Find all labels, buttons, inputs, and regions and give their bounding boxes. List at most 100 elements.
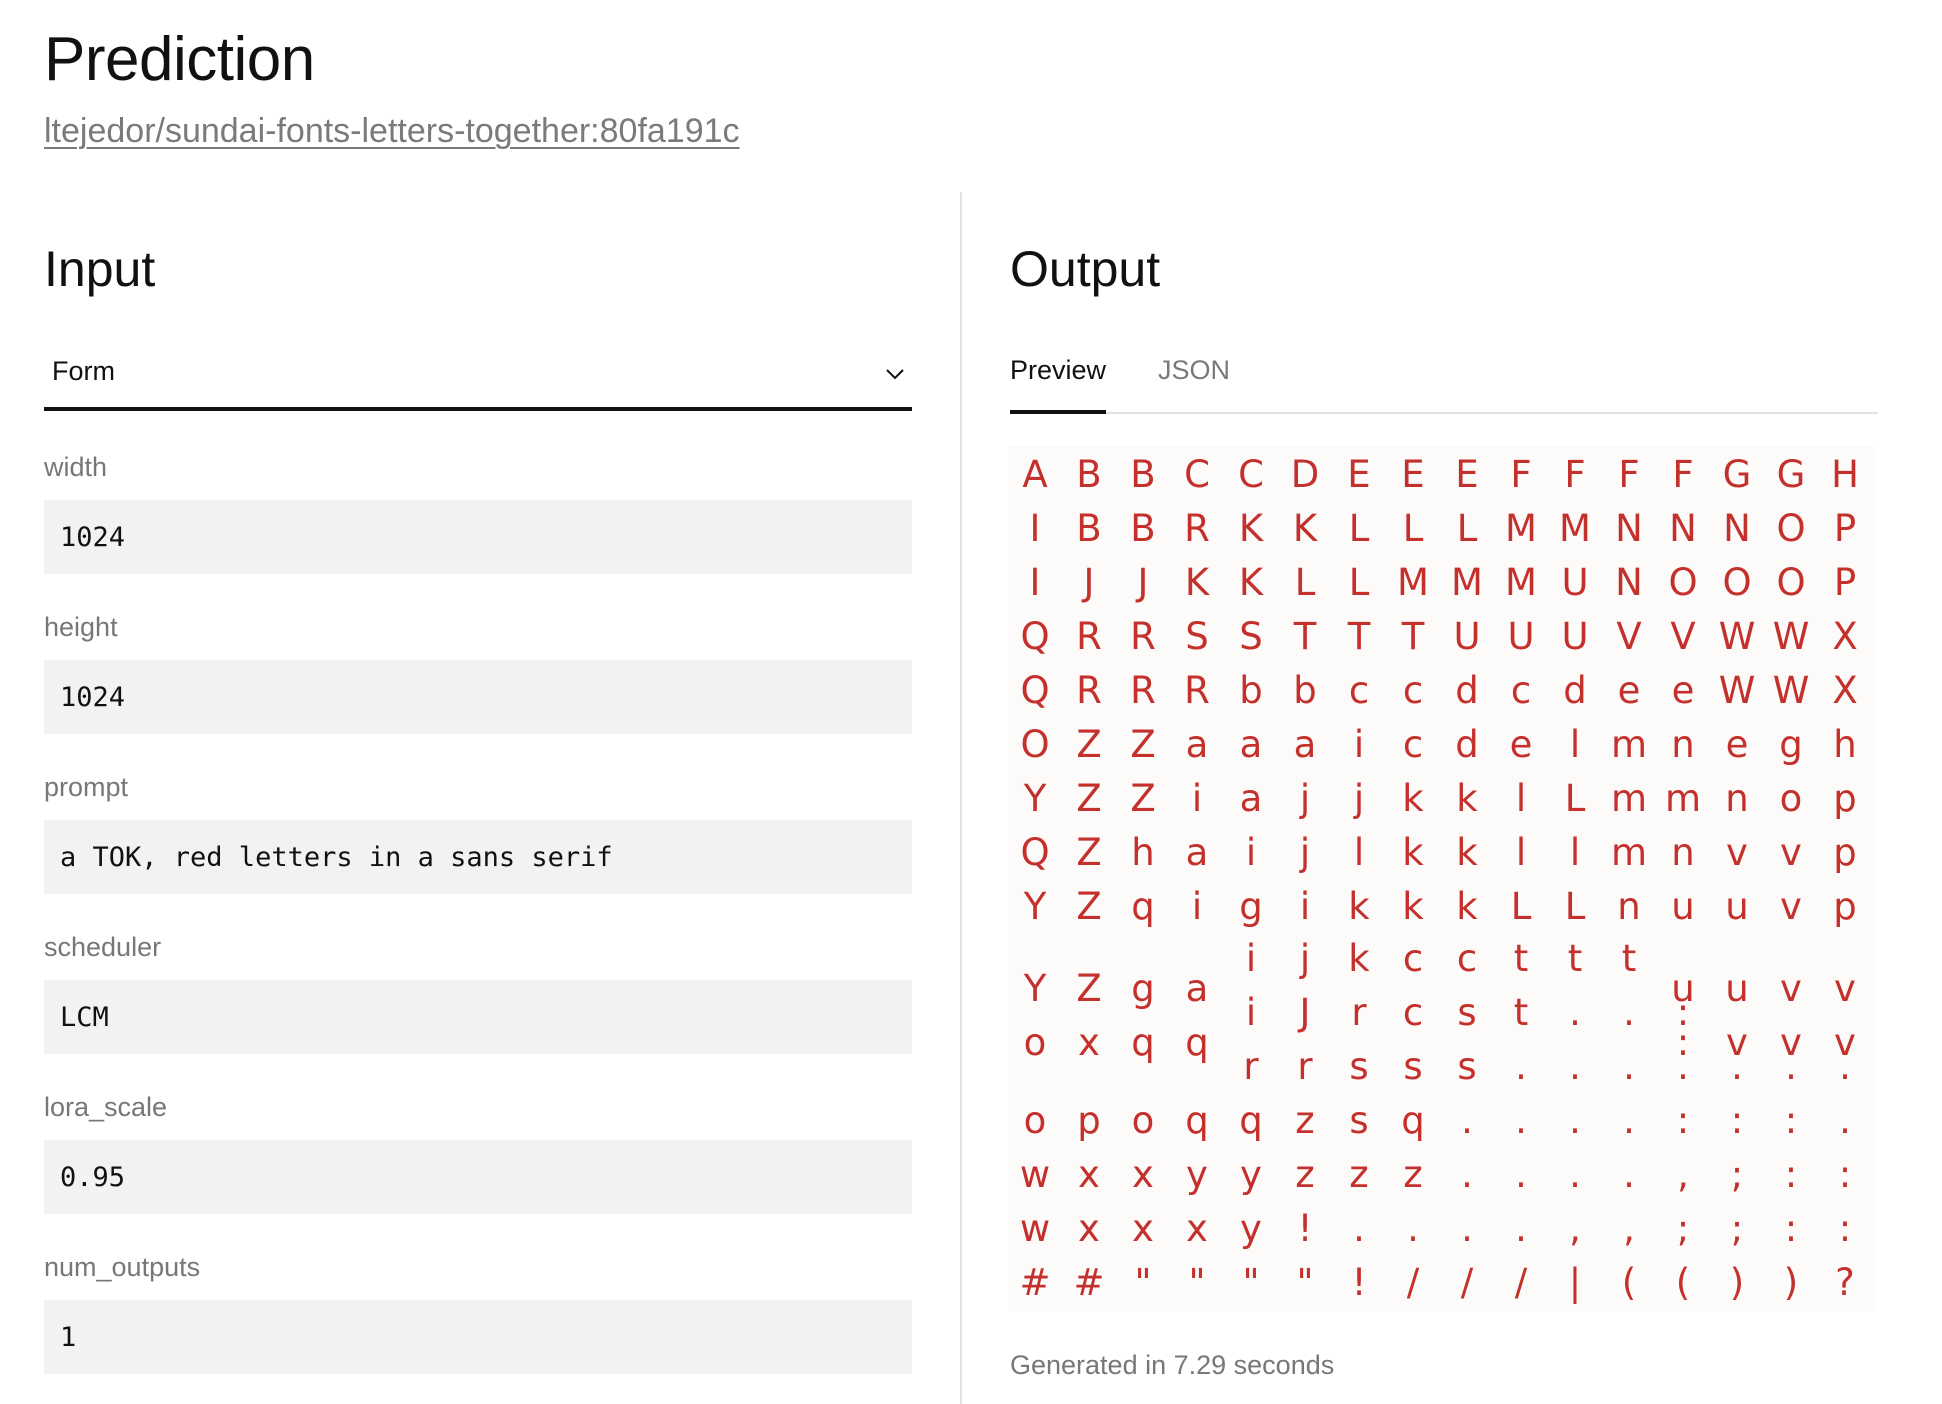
glyph-cell: r xyxy=(1297,1045,1313,1088)
glyph-cell: : xyxy=(1784,1207,1798,1250)
glyph-cell: Y xyxy=(1023,777,1047,820)
glyph-cell: . xyxy=(1623,1099,1635,1142)
glyph-cell: w xyxy=(1019,1153,1051,1196)
glyph-cell: Z xyxy=(1076,777,1102,820)
input-heading: Input xyxy=(44,241,156,297)
glyph-cell: X xyxy=(1832,669,1858,712)
glyph-cell: : xyxy=(1730,1099,1744,1142)
glyph-cell: x xyxy=(1132,1153,1154,1196)
input-mode-select[interactable]: Form xyxy=(44,345,912,411)
glyph-cell: U xyxy=(1507,615,1535,658)
glyph-cell: i xyxy=(1353,723,1365,766)
glyph-cell: R xyxy=(1076,615,1102,658)
lora-scale-input[interactable]: 0.95 xyxy=(44,1140,912,1214)
glyph-cell: V xyxy=(1670,615,1696,658)
glyph-cell: J xyxy=(1083,561,1095,604)
glyph-cell: e xyxy=(1509,723,1533,766)
glyph-cell: k xyxy=(1348,885,1370,928)
glyph-cell: L xyxy=(1510,885,1532,928)
glyph-cell: , xyxy=(1569,1207,1581,1250)
glyph-cell: q xyxy=(1185,1021,1209,1064)
glyph-cell: B xyxy=(1076,453,1102,496)
glyph-cell: k xyxy=(1456,777,1478,820)
glyph-cell: M xyxy=(1559,507,1591,550)
glyph-cell: O xyxy=(1668,561,1698,604)
glyph-cell: . xyxy=(1515,1153,1527,1196)
glyph-cell: q xyxy=(1401,1099,1425,1142)
glyph-cell: z xyxy=(1349,1153,1369,1196)
glyph-cell: S xyxy=(1239,615,1263,658)
glyph-cell: l xyxy=(1515,831,1527,874)
glyph-cell: : xyxy=(1784,1153,1798,1196)
glyph-cell: ; xyxy=(1730,1207,1744,1250)
glyph-cell: V xyxy=(1616,615,1642,658)
glyph-cell: . xyxy=(1407,1207,1419,1250)
glyph-cell: m xyxy=(1610,831,1648,874)
output-preview-image: ABBCCDEEEFFFFGGHIBBRKKLLLMMNNNOPIJJKKLLM… xyxy=(1008,446,1876,1312)
glyph-cell: ( xyxy=(1621,1261,1637,1304)
glyph-cell: d xyxy=(1455,723,1479,766)
model-version-link[interactable]: ltejedor/sundai-fonts-letters-together:8… xyxy=(44,112,740,151)
glyph-cell: p xyxy=(1833,777,1857,820)
glyph-cell: y xyxy=(1186,1153,1208,1196)
glyph-cell: N xyxy=(1723,507,1751,550)
glyph-cell: L xyxy=(1564,777,1586,820)
glyph-cell: L xyxy=(1456,507,1478,550)
glyph-cell: z xyxy=(1295,1153,1315,1196)
prompt-input[interactable]: a TOK, red letters in a sans serif xyxy=(44,820,912,894)
glyph-cell: Z xyxy=(1076,885,1102,928)
glyph-cell: I xyxy=(1029,561,1041,604)
width-input[interactable]: 1024 xyxy=(44,500,912,574)
glyph-cell: B xyxy=(1130,507,1156,550)
glyph-cell: : xyxy=(1838,1153,1852,1196)
glyph-cell: Q xyxy=(1020,615,1050,658)
glyph-cell: s xyxy=(1349,1099,1369,1142)
glyph-cell: n xyxy=(1671,831,1695,874)
glyph-cell: . xyxy=(1569,991,1581,1034)
glyph-cell: F xyxy=(1564,453,1586,496)
glyph-cell: l xyxy=(1569,723,1581,766)
glyph-cell: b xyxy=(1293,669,1317,712)
num-outputs-input[interactable]: 1 xyxy=(44,1300,912,1374)
glyph-cell: g xyxy=(1239,885,1263,928)
glyph-cell: k xyxy=(1456,831,1478,874)
glyph-cell: m xyxy=(1664,777,1702,820)
glyph-cell: k xyxy=(1402,885,1424,928)
glyph-cell: Y xyxy=(1023,885,1047,928)
glyph-cell: u xyxy=(1725,967,1749,1010)
glyph-cell: O xyxy=(1776,507,1806,550)
glyph-cell: x xyxy=(1078,1021,1100,1064)
glyph-cell: s xyxy=(1457,991,1477,1034)
glyph-cell: c xyxy=(1348,669,1370,712)
glyph-cell: i xyxy=(1191,885,1203,928)
scheduler-input[interactable]: LCM xyxy=(44,980,912,1054)
glyph-cell: i xyxy=(1299,885,1311,928)
glyph-cell: q xyxy=(1239,1099,1263,1142)
glyph-cell: v xyxy=(1834,967,1856,1010)
glyph-cell: x xyxy=(1186,1207,1208,1250)
glyph-cell: M xyxy=(1505,507,1537,550)
glyph-cell: . xyxy=(1839,1045,1851,1088)
glyph-cell: x xyxy=(1078,1153,1100,1196)
glyph-cell: J xyxy=(1299,991,1311,1034)
glyph-cell: , xyxy=(1623,1207,1635,1250)
glyph-cell: I xyxy=(1029,507,1041,550)
height-input[interactable]: 1024 xyxy=(44,660,912,734)
glyph-cell: c xyxy=(1456,937,1478,980)
glyph-cell: ? xyxy=(1835,1261,1855,1304)
glyph-cell: P xyxy=(1833,507,1857,550)
glyph-cell: W xyxy=(1718,669,1756,712)
glyph-cell: W xyxy=(1772,669,1810,712)
glyph-cell: Z xyxy=(1130,777,1156,820)
tab-preview[interactable]: Preview xyxy=(1010,350,1107,414)
glyph-cell: a xyxy=(1185,967,1209,1010)
glyph-cell: . xyxy=(1515,1099,1527,1142)
tab-json[interactable]: JSON xyxy=(1158,350,1230,412)
num-outputs-label: num_outputs xyxy=(44,1252,201,1282)
glyph-cell: . xyxy=(1677,1045,1689,1088)
glyph-cell: Q xyxy=(1020,831,1050,874)
glyph-cell: O xyxy=(1020,723,1050,766)
glyph-cell: E xyxy=(1401,453,1425,496)
glyph-cell: C xyxy=(1238,453,1264,496)
glyph-cell: y xyxy=(1240,1207,1262,1250)
